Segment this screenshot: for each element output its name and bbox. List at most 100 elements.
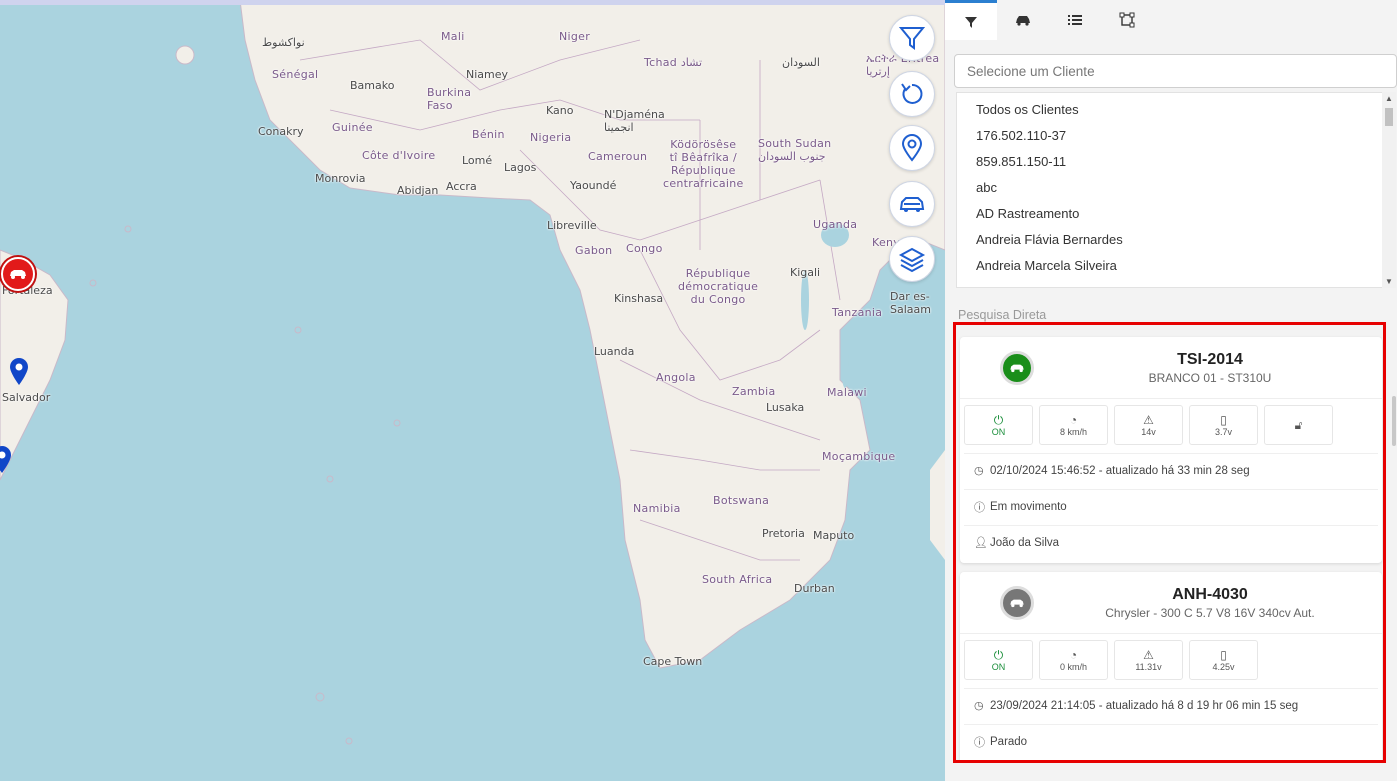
map-label-maputo: Maputo <box>813 529 855 542</box>
map-land <box>0 0 945 745</box>
map-label-lome: Lomé <box>462 154 493 167</box>
client-item[interactable]: 176.502.110-37 <box>957 119 1384 145</box>
map-label-monrovia: Monrovia <box>315 172 366 185</box>
map-view[interactable]: Mali Niger نواكشوط Sénégal Niamey Tchad … <box>0 0 945 781</box>
client-select[interactable]: Selecione um Cliente <box>954 54 1397 88</box>
speed-value: 0 km/h <box>1059 661 1087 672</box>
vehicle-plate: TSI-2014 <box>1177 351 1243 368</box>
vehicle-header: ANH-4030 Chrysler - 300 C 5.7 V8 16V 340… <box>960 572 1382 634</box>
map-label-cotedivoire: Côte d'Ivoire <box>362 149 436 162</box>
vehicle-status-indicator <box>1000 351 1034 385</box>
tab-filter[interactable] <box>945 0 997 40</box>
route-icon <box>1119 12 1135 28</box>
vehicle-state-row: ⓘ Parado <box>964 724 1378 758</box>
map-label-libreville: Libreville <box>547 219 597 232</box>
sidebar-panel: Selecione um Cliente Todos os Clientes 1… <box>945 0 1397 781</box>
app-root: Mali Niger نواكشوط Sénégal Niamey Tchad … <box>0 0 1397 781</box>
client-list: Todos os Clientes 176.502.110-37 859.851… <box>956 92 1385 288</box>
client-item[interactable]: 859.851.150-11 <box>957 145 1384 171</box>
map-label-namibia: Namibia <box>633 502 681 515</box>
vehicle-datetime-row: ◷ 02/10/2024 15:46:52 - atualizado há 33 … <box>964 453 1378 487</box>
client-item[interactable]: Todos os Clientes <box>957 93 1384 119</box>
map-label-yaounde: Yaoundé <box>570 179 617 192</box>
map-label-guinee: Guinée <box>332 121 373 134</box>
location-pin-icon[interactable] <box>0 446 12 474</box>
voltage-metric: ⚠ 11.31v <box>1114 640 1183 680</box>
lock-metric[interactable]: 🔓︎ <box>1264 405 1333 445</box>
map-label-pretoria: Pretoria <box>762 527 805 540</box>
tab-routes[interactable] <box>1101 0 1153 40</box>
map-label-niger: Niger <box>559 30 591 43</box>
power-icon: ⏻ <box>993 647 1004 662</box>
vehicle-datetime: 23/09/2024 21:14:05 - atualizado há 8 d … <box>990 699 1299 712</box>
map-label-lusaka: Lusaka <box>766 401 805 414</box>
ignition-value: ON <box>991 426 1006 437</box>
map-label-nouakchott: نواكشوط <box>262 36 305 49</box>
client-item[interactable]: Andreia Marcela Silveira <box>957 249 1384 275</box>
scroll-down-arrow-icon[interactable]: ▼ <box>1385 277 1393 286</box>
map-filter-button[interactable] <box>889 15 935 61</box>
map-label-kano: Kano <box>546 104 574 117</box>
map-label-cameroun: Cameroun <box>588 150 648 163</box>
map-label-car: Ködörösêse tî Bêafrîka / République cent… <box>663 138 744 190</box>
client-item[interactable]: abc <box>957 171 1384 197</box>
direct-search-label: Pesquisa Direta <box>958 308 1047 322</box>
client-list-scrollbar[interactable]: ▲ ▼ <box>1382 92 1396 288</box>
vehicle-description: Chrysler - 300 C 5.7 V8 16V 340cv Aut. <box>1105 606 1315 620</box>
ignition-metric: ⏻ ON <box>964 640 1033 680</box>
vehicle-card[interactable]: TSI-2014 BRANCO 01 - ST310U ⏻ ON ◔ 8 km/h … <box>960 337 1382 563</box>
map-layers-button[interactable] <box>889 236 935 282</box>
map-label-gabon: Gabon <box>575 244 613 257</box>
user-icon: 👤︎ <box>974 537 988 549</box>
tab-vehicles[interactable] <box>997 0 1049 40</box>
vehicle-driver: João da Silva <box>990 536 1060 549</box>
voltage-value: 14v <box>1141 426 1156 437</box>
filter-icon <box>898 27 926 50</box>
ignition-metric: ⏻ ON <box>964 405 1033 445</box>
clock-icon: ◷ <box>974 700 984 712</box>
vehicle-state-row: ⓘ Em movimento <box>964 489 1378 523</box>
map-label-burkina: Burkina Faso <box>427 86 472 112</box>
speed-metric: ◔ 0 km/h <box>1039 640 1108 680</box>
speedometer-icon: ◔ <box>1069 647 1078 662</box>
client-item[interactable]: AD Rastreamento <box>957 197 1384 223</box>
map-label-malawi: Malawi <box>827 386 867 399</box>
speed-value: 8 km/h <box>1059 426 1087 437</box>
battery-value: 3.7v <box>1214 426 1232 437</box>
speedometer-icon: ◔ <box>1069 412 1078 427</box>
map-label-botswana: Botswana <box>713 494 770 507</box>
battery-icon: ▯ <box>1220 647 1227 662</box>
sidebar-scrollbar[interactable] <box>1392 396 1396 446</box>
map-refresh-button[interactable] <box>889 71 935 117</box>
map-label-kinshasa: Kinshasa <box>614 292 664 305</box>
scroll-up-arrow-icon[interactable]: ▲ <box>1385 94 1393 103</box>
client-item[interactable]: Andreia Flávia Bernardes <box>957 223 1384 249</box>
info-icon: ⓘ <box>974 736 985 749</box>
client-item[interactable]: ANTENOR DE LUCO PEDIVO <box>957 275 1384 287</box>
map-label-bamako: Bamako <box>350 79 395 92</box>
map-label-zambia: Zambia <box>732 385 776 398</box>
map-label-angola: Angola <box>656 371 696 384</box>
map-label-luanda: Luanda <box>594 345 635 358</box>
vehicle-marker-red[interactable] <box>1 257 35 291</box>
map-label-salvador: Salvador <box>2 391 51 404</box>
location-pin-icon[interactable] <box>9 358 29 386</box>
map-label-abidjan: Abidjan <box>397 184 439 197</box>
vehicle-status-indicator <box>1000 586 1034 620</box>
car-icon <box>1010 599 1024 608</box>
tab-list[interactable] <box>1049 0 1101 40</box>
vehicle-header: TSI-2014 BRANCO 01 - ST310U <box>960 337 1382 399</box>
map-label-senegal: Sénégal <box>272 68 319 81</box>
scrollbar-thumb[interactable] <box>1385 108 1393 126</box>
vehicle-driver-row: 👤︎ João da Silva <box>964 525 1378 559</box>
map-vehicles-button[interactable] <box>889 181 935 227</box>
vehicle-card[interactable]: ANH-4030 Chrysler - 300 C 5.7 V8 16V 340… <box>960 572 1382 760</box>
map-label-accra: Accra <box>446 180 477 193</box>
map-label-mali: Mali <box>441 30 465 43</box>
map-label-niamey: Niamey <box>466 68 509 81</box>
map-label-sudan: السودان <box>782 56 820 69</box>
vehicle-state: Em movimento <box>990 500 1067 513</box>
layers-icon <box>898 247 926 273</box>
map-location-button[interactable] <box>889 125 935 171</box>
map-label-uganda: Uganda <box>813 218 858 231</box>
